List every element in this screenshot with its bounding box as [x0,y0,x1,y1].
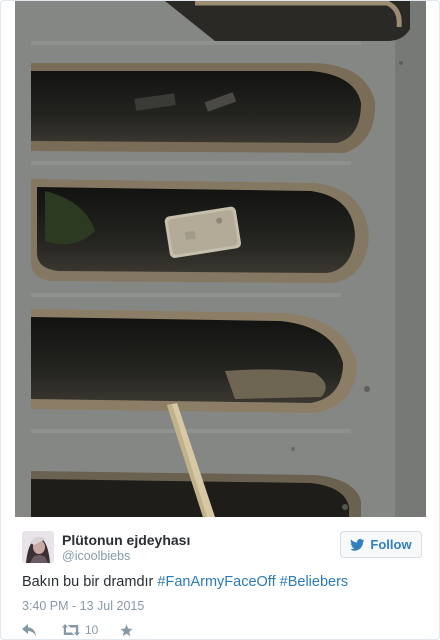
avatar-image [22,531,54,563]
tweet-text-plain: Bakın bu bir dramdır [22,574,158,590]
avatar[interactable] [22,531,54,563]
tweet-card: Plütonun ejdeyhası @icoolbiebs Follow Ba… [0,0,440,640]
tweet-text: Bakın bu bir dramdır #FanArmyFaceOff #Be… [22,574,348,590]
author-display-name[interactable]: Plütonun ejdeyhası [62,532,190,548]
reply-button[interactable] [22,624,36,636]
storm-drain-image [15,1,426,517]
retweet-button[interactable]: 10 [62,623,98,637]
retweet-count: 10 [85,623,99,637]
reply-icon [22,624,36,636]
tweet-body: Plütonun ejdeyhası @icoolbiebs Follow Ba… [1,517,439,639]
star-icon [120,624,133,636]
favorite-button[interactable] [120,624,133,637]
tweet-actions: 10 [22,622,133,638]
follow-label: Follow [370,537,412,552]
follow-button[interactable]: Follow [340,531,422,558]
twitter-bird-icon [350,538,365,551]
tweet-photo[interactable] [15,1,426,517]
author-handle[interactable]: @icoolbiebs [62,549,130,563]
tweet-timestamp[interactable]: 3:40 PM - 13 Jul 2015 [22,599,144,613]
retweet-icon [62,624,80,636]
hashtag-fanarmyfaceoff[interactable]: #FanArmyFaceOff [157,574,275,590]
hashtag-beliebers[interactable]: #Beliebers [280,574,349,590]
